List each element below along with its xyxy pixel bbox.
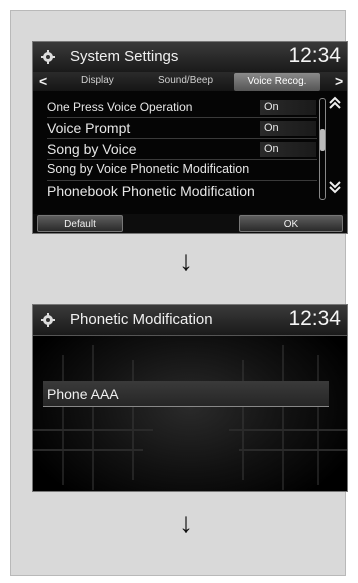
list-item-value: On xyxy=(260,142,316,157)
title-bar: System Settings 12:34 xyxy=(33,42,347,73)
scrollbar[interactable] xyxy=(319,98,326,200)
list-item-song-by-voice[interactable]: Song by Voice On xyxy=(47,141,317,157)
gear-icon xyxy=(41,50,55,64)
list-item-voice-prompt[interactable]: Voice Prompt On xyxy=(47,120,317,136)
divider xyxy=(47,117,317,118)
scroll-down-icon[interactable] xyxy=(329,180,341,197)
bottom-bar: Default OK xyxy=(33,214,347,233)
tab-voice-recog[interactable]: Voice Recog. xyxy=(234,73,320,91)
title-bar: Phonetic Modification 12:34 xyxy=(33,305,347,336)
default-button[interactable]: Default xyxy=(37,215,123,232)
divider xyxy=(47,159,317,160)
page-title: Phonetic Modification xyxy=(70,311,213,328)
down-arrow-icon: ↓ xyxy=(179,245,193,276)
clock: 12:34 xyxy=(288,44,341,67)
tab-display[interactable]: Display xyxy=(81,75,114,86)
divider xyxy=(47,180,317,181)
clock: 12:34 xyxy=(288,307,341,330)
ok-button[interactable]: OK xyxy=(239,215,343,232)
down-arrow-icon: ↓ xyxy=(179,507,193,538)
list-item-song-phonetic-mod[interactable]: Song by Voice Phonetic Modification xyxy=(47,162,317,176)
list-item-label: Voice Prompt xyxy=(47,120,131,136)
scrollbar-thumb[interactable] xyxy=(320,129,325,151)
divider xyxy=(47,138,317,139)
list-item-value: On xyxy=(260,100,316,115)
background-light-streaks xyxy=(33,345,347,490)
list-item-one-press-voice[interactable]: One Press Voice Operation On xyxy=(47,100,317,115)
list-item-phonebook-phonetic-mod[interactable]: Phonebook Phonetic Modification xyxy=(47,183,317,199)
tab-next-arrow-icon[interactable]: > xyxy=(335,73,343,89)
page-title: System Settings xyxy=(70,48,179,65)
phonetic-modification-screen: Phonetic Modification 12:34 Phone AAA xyxy=(32,304,348,492)
list-item-label: Phonebook Phonetic Modification xyxy=(47,183,255,199)
phonebook-entry[interactable]: Phone AAA xyxy=(43,381,329,407)
tab-sound-beep[interactable]: Sound/Beep xyxy=(158,75,213,86)
instruction-panel: System Settings 12:34 < Display Sound/Be… xyxy=(10,10,348,576)
list-item-value: On xyxy=(260,121,316,136)
list-item-label: One Press Voice Operation xyxy=(47,100,193,114)
gear-icon xyxy=(41,313,55,327)
tab-bar: < Display Sound/Beep Voice Recog. > xyxy=(33,72,347,91)
tab-prev-arrow-icon[interactable]: < xyxy=(39,73,47,89)
list-item-label: Song by Voice xyxy=(47,141,137,157)
list-item-label: Song by Voice Phonetic Modification xyxy=(47,162,250,176)
scroll-up-icon[interactable] xyxy=(329,96,341,113)
system-settings-screen: System Settings 12:34 < Display Sound/Be… xyxy=(32,41,348,234)
